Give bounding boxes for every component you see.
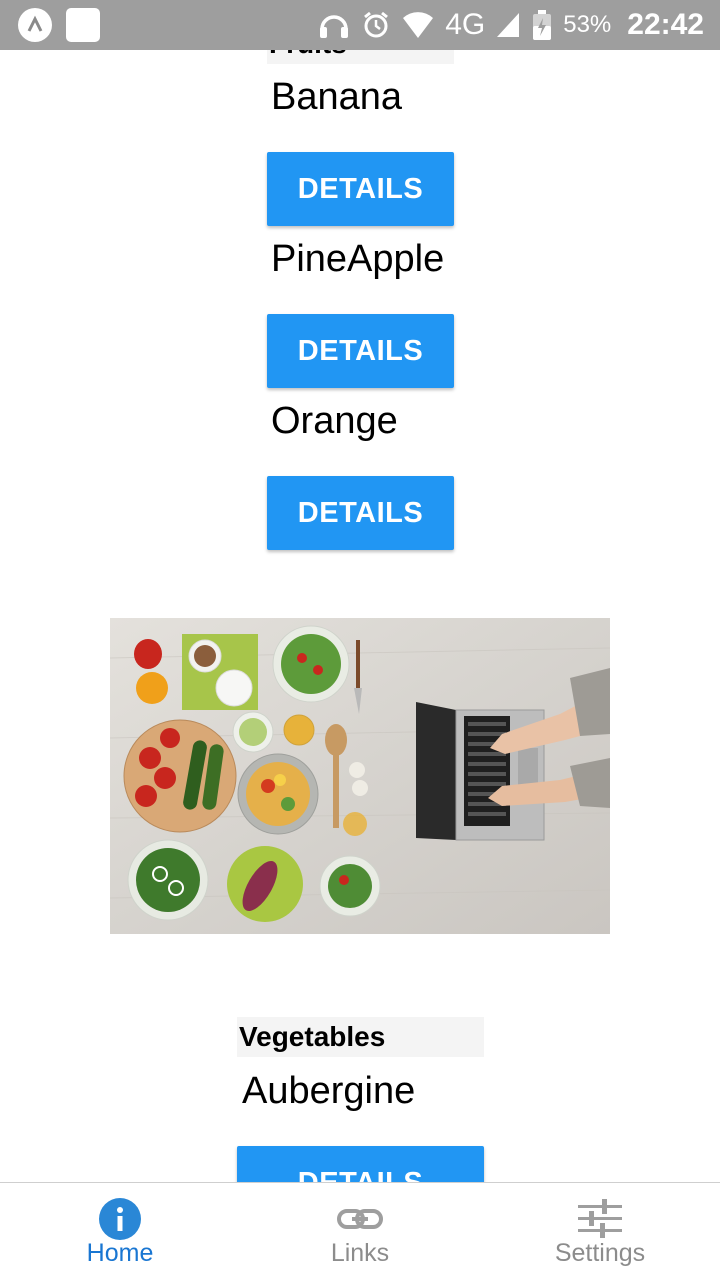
details-button-orange[interactable]: DETAILS [267, 476, 454, 550]
alarm-icon [364, 11, 389, 38]
info-icon [99, 1198, 141, 1240]
battery-icon [533, 10, 552, 40]
headphones-icon [320, 15, 349, 38]
network-type: 4G [445, 8, 486, 41]
tab-settings-label: Settings [554, 1239, 646, 1267]
item-label-banana: Banana [271, 76, 403, 118]
tab-settings[interactable]: Settings [480, 1183, 720, 1281]
tab-home[interactable]: Home [0, 1183, 240, 1281]
battery-percent: 53% [563, 11, 612, 38]
kitchen-photo [110, 618, 610, 934]
details-button-pineapple[interactable]: DETAILS [267, 314, 454, 388]
app-notification-icon [18, 8, 52, 42]
tab-links[interactable]: Links [240, 1183, 480, 1281]
status-left-icons [18, 8, 100, 42]
notification-square-icon [66, 8, 100, 42]
item-label-aubergine: Aubergine [242, 1070, 416, 1112]
status-bar: 4G 53% 22:42 [0, 0, 720, 50]
status-right-icons: 4G 53% 22:42 [317, 0, 704, 50]
main-scroll-content[interactable]: Fruits Banana DETAILS PineApple DETAILS … [0, 0, 720, 1182]
section-header-vegetables: Vegetables [237, 1017, 484, 1057]
tab-home-label: Home [86, 1239, 154, 1267]
tab-links-label: Links [330, 1239, 390, 1267]
sliders-icon [578, 1199, 622, 1238]
item-label-orange: Orange [271, 400, 398, 442]
link-icon [337, 1209, 383, 1229]
item-label-pineapple: PineApple [271, 238, 445, 280]
bottom-tab-bar: Home Links Settings [0, 1182, 720, 1281]
details-button-banana[interactable]: DETAILS [267, 152, 454, 226]
clock: 22:42 [627, 8, 704, 41]
wifi-icon [403, 12, 434, 38]
signal-icon [497, 13, 520, 37]
details-button-aubergine[interactable]: DETAILS [237, 1146, 484, 1182]
